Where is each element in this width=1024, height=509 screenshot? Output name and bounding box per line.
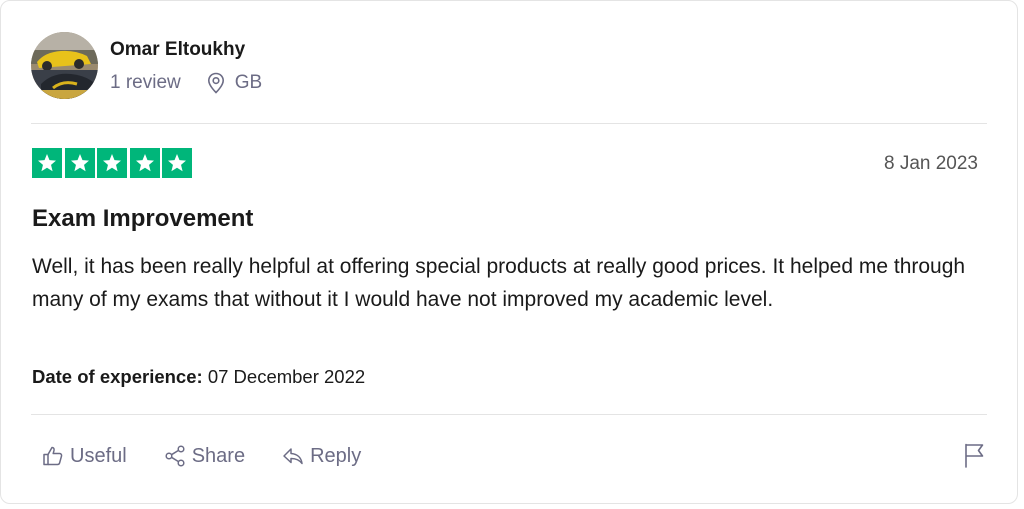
star-rating xyxy=(32,148,195,178)
star-icon xyxy=(64,148,95,178)
reply-icon xyxy=(281,444,305,468)
star-icon xyxy=(162,148,192,178)
review-count: 1 review xyxy=(110,71,181,93)
reviewer-location: GB xyxy=(207,71,262,95)
reviewer-header: Omar Eltoukhy 1 review GB xyxy=(31,31,262,99)
reviewer-meta: 1 review GB xyxy=(110,71,262,95)
star-icon xyxy=(32,148,62,178)
country-code: GB xyxy=(234,71,263,93)
useful-button[interactable]: Useful xyxy=(41,441,127,471)
date-of-experience: Date of experience: 07 December 2022 xyxy=(32,365,365,389)
review-body: Well, it has been really helpful at offe… xyxy=(32,255,966,311)
reviewer-info: Omar Eltoukhy 1 review GB xyxy=(110,36,262,95)
avatar[interactable] xyxy=(31,31,98,99)
reply-button[interactable]: Reply xyxy=(281,441,361,471)
location-pin-icon xyxy=(207,72,225,94)
star-icon xyxy=(129,148,160,178)
divider xyxy=(31,123,987,124)
divider xyxy=(31,414,987,415)
thumbs-up-icon xyxy=(41,444,65,468)
review-date: 8 Jan 2023 xyxy=(883,153,978,174)
reply-label: Reply xyxy=(310,445,362,467)
experience-date: 07 December 2022 xyxy=(207,366,366,387)
report-button[interactable] xyxy=(963,442,985,473)
useful-label: Useful xyxy=(70,445,127,467)
reviewer-name[interactable]: Omar Eltoukhy xyxy=(110,38,262,62)
flag-icon xyxy=(963,442,985,473)
review-card: Omar Eltoukhy 1 review GB 8 Jan 2023 Exa… xyxy=(0,0,1018,504)
share-button[interactable]: Share xyxy=(163,441,245,471)
review-title[interactable]: Exam Improvement xyxy=(32,204,253,234)
share-icon xyxy=(163,444,187,468)
review-actions: Useful Share Reply xyxy=(41,441,397,471)
experience-label: Date of experience: xyxy=(32,366,203,387)
share-label: Share xyxy=(191,445,246,467)
star-icon xyxy=(97,148,127,178)
